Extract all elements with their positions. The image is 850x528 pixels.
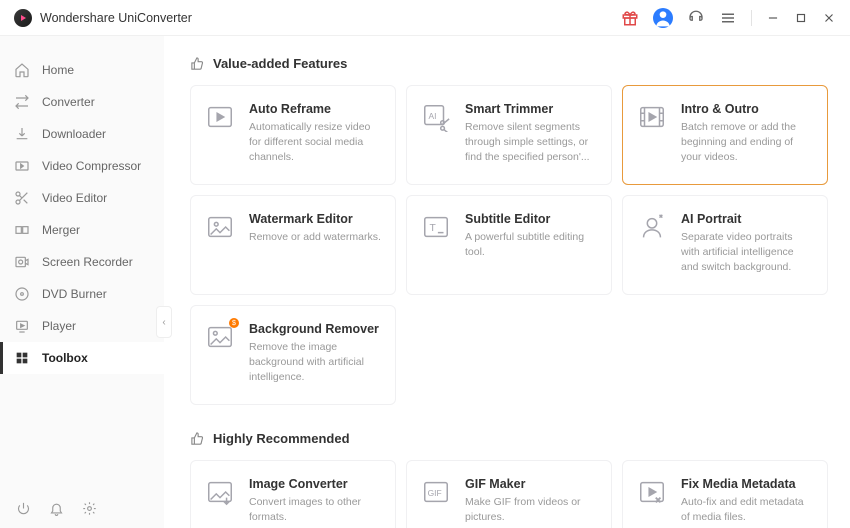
gear-icon[interactable] [82, 501, 97, 516]
card-fix-metadata[interactable]: Fix Media Metadata Auto-fix and edit meta… [622, 460, 828, 528]
card-desc: Separate video portraits with artificial… [681, 230, 813, 276]
card-title: GIF Maker [465, 477, 597, 491]
reframe-icon [205, 102, 235, 132]
card-desc: Remove the image background with artific… [249, 340, 381, 386]
bell-icon[interactable] [49, 501, 64, 516]
card-desc: Batch remove or add the beginning and en… [681, 120, 813, 166]
headset-icon[interactable] [687, 9, 705, 27]
card-intro-outro[interactable]: Intro & Outro Batch remove or add the beg… [622, 85, 828, 185]
card-desc: Auto-fix and edit metadata of media file… [681, 495, 813, 525]
price-badge: $ [229, 318, 239, 328]
card-title: Subtitle Editor [465, 212, 597, 226]
svg-text:AI: AI [429, 111, 437, 121]
sidebar-item-label: Toolbox [42, 351, 88, 365]
section-heading: Highly Recommended [213, 431, 350, 446]
card-image-converter[interactable]: Image Converter Convert images to other f… [190, 460, 396, 528]
gift-icon[interactable] [621, 9, 639, 27]
card-auto-reframe[interactable]: Auto Reframe Automatically resize video f… [190, 85, 396, 185]
power-icon[interactable] [16, 501, 31, 516]
card-title: Auto Reframe [249, 102, 381, 116]
card-watermark-editor[interactable]: Watermark Editor Remove or add watermarks… [190, 195, 396, 295]
card-title: Intro & Outro [681, 102, 813, 116]
sidebar-item-label: Downloader [42, 127, 106, 141]
sidebar-item-merger[interactable]: Merger [0, 214, 164, 246]
menu-icon[interactable] [719, 9, 737, 27]
download-icon [14, 126, 30, 142]
svg-text:GIF: GIF [428, 488, 442, 498]
metadata-icon [637, 477, 667, 507]
main-content: Value-added Features Auto Reframe Automat… [164, 36, 850, 528]
sidebar-item-label: DVD Burner [42, 287, 107, 301]
card-background-remover[interactable]: $ Background Remover Remove the image back… [190, 305, 396, 405]
app-logo [14, 9, 32, 27]
maximize-button[interactable] [794, 11, 808, 25]
film-icon [637, 102, 667, 132]
card-title: Background Remover [249, 322, 381, 336]
disc-icon [14, 286, 30, 302]
section-heading: Value-added Features [213, 56, 347, 71]
card-desc: Automatically resize video for different… [249, 120, 381, 166]
home-icon [14, 62, 30, 78]
scissors-icon [14, 190, 30, 206]
titlebar: Wondershare UniConverter [0, 0, 850, 36]
card-desc: Remove or add watermarks. [249, 230, 381, 245]
sidebar: Home Converter Downloader Video Compress… [0, 36, 164, 528]
watermark-icon [205, 212, 235, 242]
sidebar-item-label: Merger [42, 223, 80, 237]
sidebar-item-label: Player [42, 319, 76, 333]
imgconv-icon [205, 477, 235, 507]
collapse-sidebar-button[interactable]: ‹ [156, 306, 172, 338]
sidebar-item-toolbox[interactable]: Toolbox [0, 342, 164, 374]
gif-icon: GIF [421, 477, 451, 507]
card-title: AI Portrait [681, 212, 813, 226]
sidebar-item-label: Converter [42, 95, 95, 109]
user-avatar-icon[interactable] [653, 8, 673, 28]
card-desc: Convert images to other formats. [249, 495, 381, 525]
compress-icon [14, 158, 30, 174]
sidebar-item-label: Video Compressor [42, 159, 141, 173]
card-title: Image Converter [249, 477, 381, 491]
sidebar-item-dvd[interactable]: DVD Burner [0, 278, 164, 310]
subtitle-icon: T [421, 212, 451, 242]
converter-icon [14, 94, 30, 110]
close-button[interactable] [822, 11, 836, 25]
bgremove-icon: $ [205, 322, 235, 352]
sidebar-item-label: Screen Recorder [42, 255, 133, 269]
merge-icon [14, 222, 30, 238]
app-title: Wondershare UniConverter [40, 11, 192, 25]
card-smart-trimmer[interactable]: AI Smart Trimmer Remove silent segments th… [406, 85, 612, 185]
sidebar-item-downloader[interactable]: Downloader [0, 118, 164, 150]
sidebar-item-home[interactable]: Home [0, 54, 164, 86]
card-title: Watermark Editor [249, 212, 381, 226]
sidebar-item-label: Home [42, 63, 74, 77]
card-subtitle-editor[interactable]: T Subtitle Editor A powerful subtitle edit… [406, 195, 612, 295]
sidebar-item-recorder[interactable]: Screen Recorder [0, 246, 164, 278]
sidebar-item-player[interactable]: Player [0, 310, 164, 342]
sidebar-item-compressor[interactable]: Video Compressor [0, 150, 164, 182]
minimize-button[interactable] [766, 11, 780, 25]
card-desc: A powerful subtitle editing tool. [465, 230, 597, 260]
card-title: Smart Trimmer [465, 102, 597, 116]
portrait-icon [637, 212, 667, 242]
card-gif-maker[interactable]: GIF GIF Maker Make GIF from videos or pict… [406, 460, 612, 528]
recorder-icon [14, 254, 30, 270]
card-title: Fix Media Metadata [681, 477, 813, 491]
card-ai-portrait[interactable]: AI Portrait Separate video portraits with… [622, 195, 828, 295]
card-desc: Remove silent segments through simple se… [465, 120, 597, 166]
card-desc: Make GIF from videos or pictures. [465, 495, 597, 525]
trimmer-icon: AI [421, 102, 451, 132]
thumbsup-icon [190, 56, 205, 71]
play-icon [14, 318, 30, 334]
thumbsup-icon [190, 431, 205, 446]
sidebar-item-editor[interactable]: Video Editor [0, 182, 164, 214]
svg-text:T: T [429, 223, 436, 234]
sidebar-item-converter[interactable]: Converter [0, 86, 164, 118]
grid-icon [14, 350, 30, 366]
sidebar-item-label: Video Editor [42, 191, 107, 205]
